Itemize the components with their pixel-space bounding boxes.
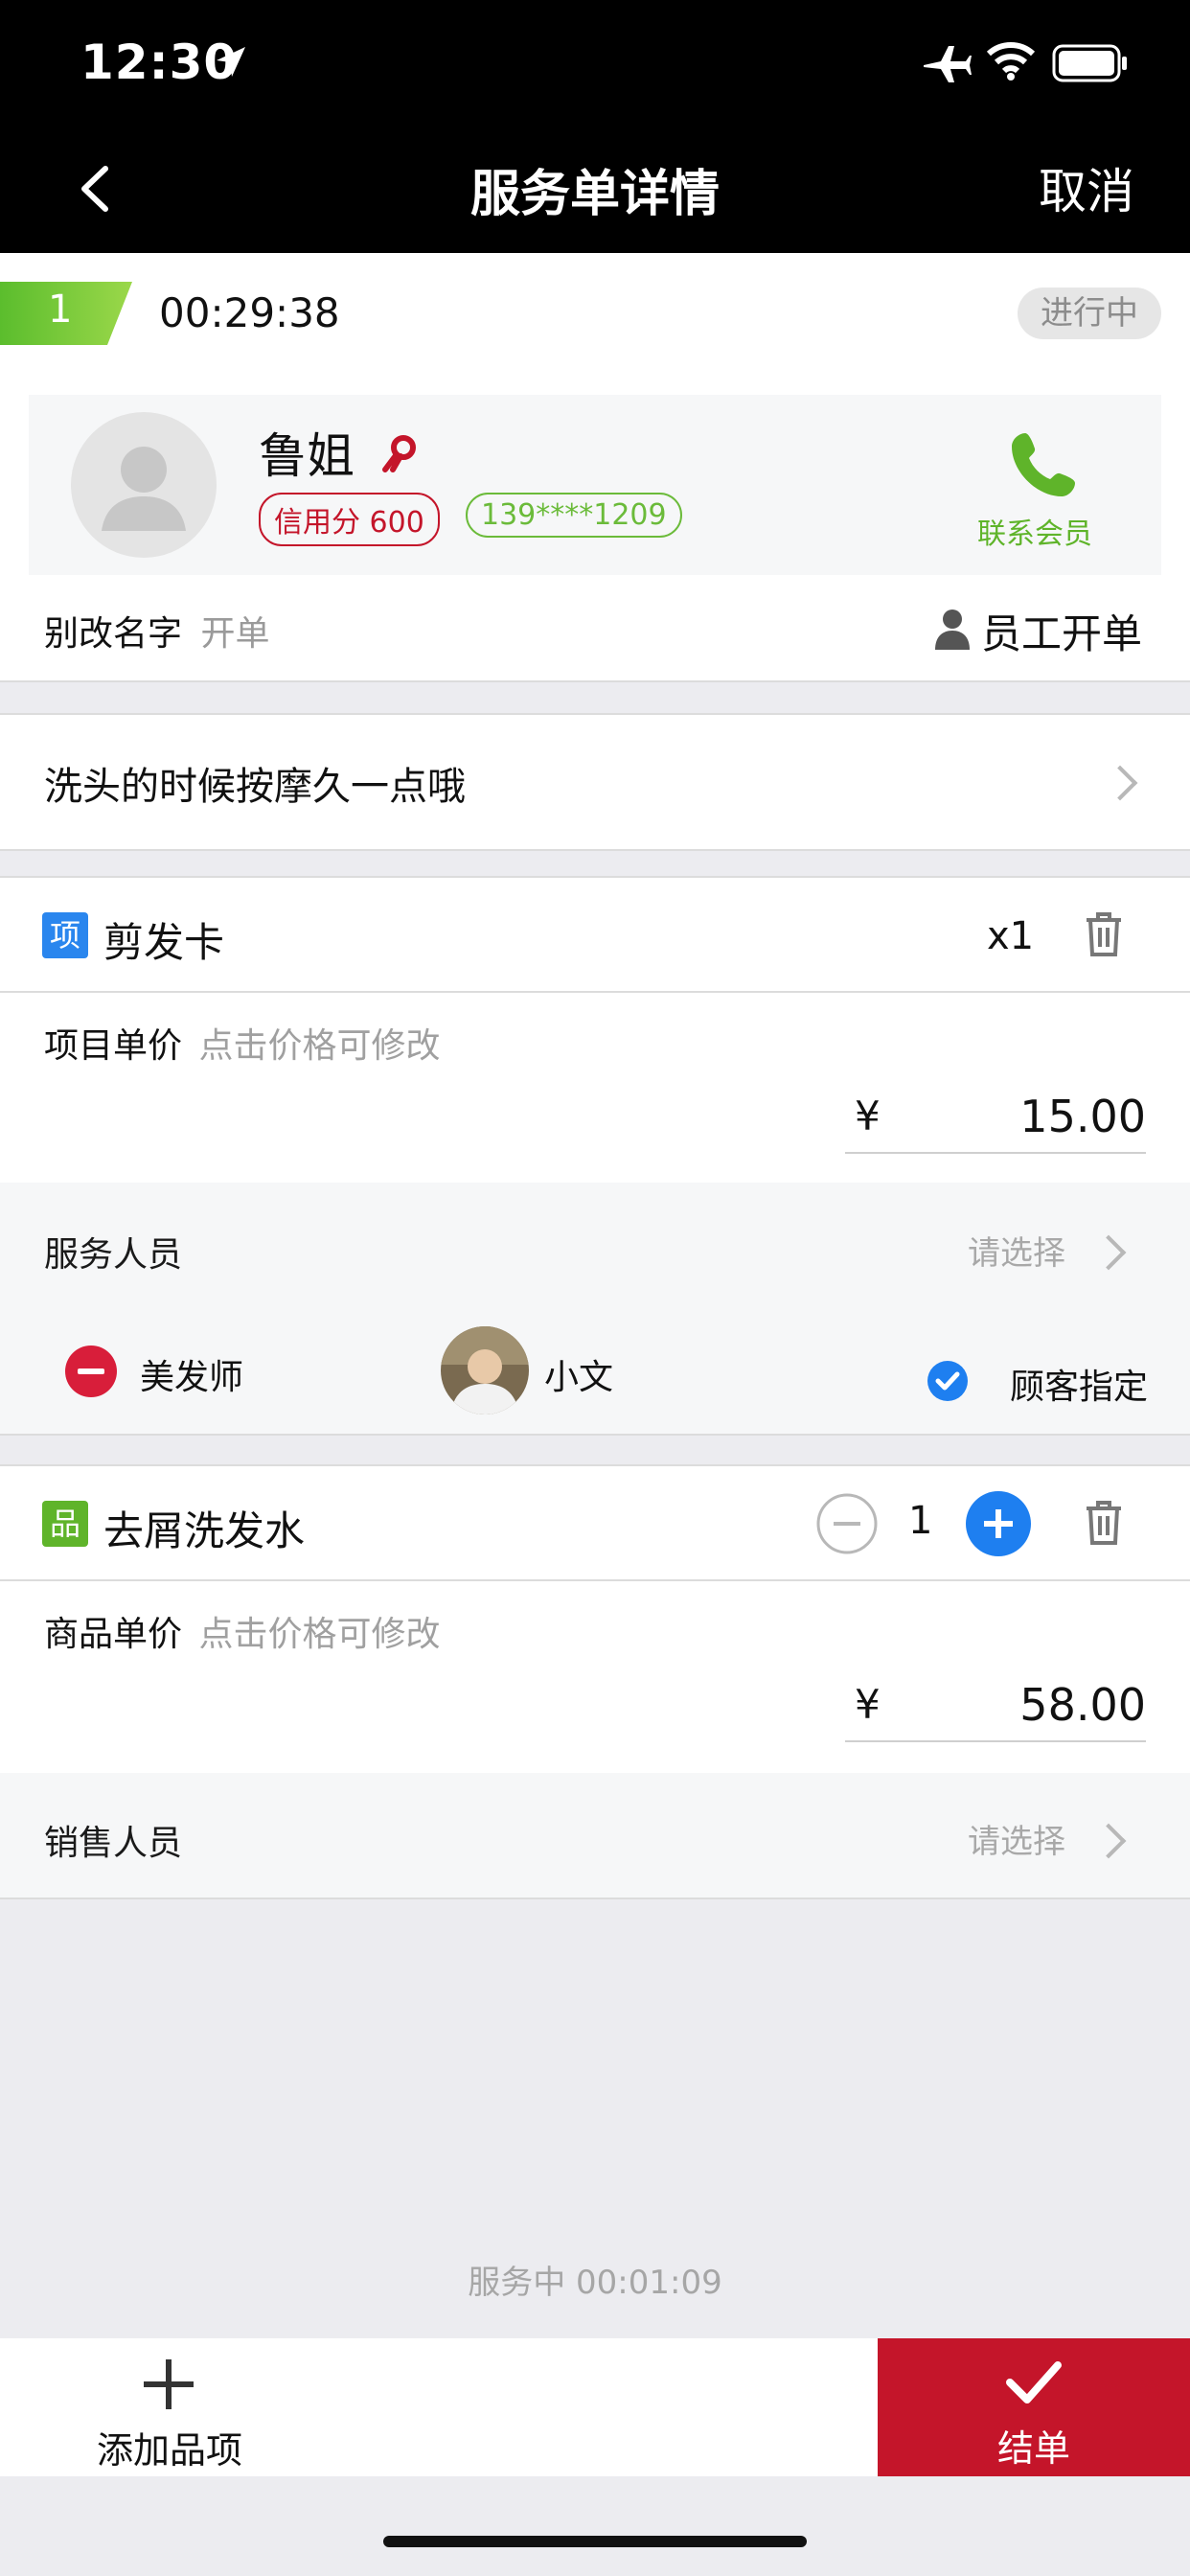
sales-staff-section: 销售人员 请选择 (0, 1773, 1190, 1899)
service-item-icon: 项 (42, 912, 88, 958)
product-price-section: 商品单价 点击价格可修改 ¥ 58.00 (0, 1581, 1190, 1773)
product-item-icon: 品 (42, 1501, 88, 1547)
plus-icon[interactable] (966, 1491, 1031, 1556)
sales-staff-label: 销售人员 (44, 1824, 183, 1863)
remove-staff-icon[interactable] (65, 1346, 117, 1397)
price-hint: 点击价格可修改 (198, 1026, 441, 1066)
wifi-icon (987, 42, 1035, 80)
item-row-product: 品 去屑洗发水 1 (0, 1464, 1190, 1581)
top-bar: 12:30 服务单详情 取消 (0, 0, 1190, 253)
plus-icon (144, 2359, 194, 2409)
airplane-icon (924, 46, 972, 82)
add-item-label: 添加品项 (96, 2429, 242, 2472)
price-value: 15.00 (1019, 1091, 1146, 1142)
select-sales-staff-button[interactable]: 请选择 (968, 1815, 1065, 1862)
add-item-button[interactable]: 添加品项 (0, 2338, 878, 2476)
avatar (71, 412, 217, 558)
opener-name: 别改名字 开单 (44, 606, 269, 656)
order-note: 洗头的时候按摩久一点哦 (44, 765, 466, 809)
select-staff-button[interactable]: 请选择 (968, 1227, 1065, 1274)
item-name: 去屑洗发水 (103, 1507, 306, 1554)
price-hint: 点击价格可修改 (198, 1615, 441, 1654)
service-status-text: 服务中 00:01:09 (468, 2264, 722, 2302)
currency-symbol: ¥ (855, 1681, 881, 1728)
staff-name: 小文 (544, 1358, 614, 1397)
order-header-section: 1 00:29:38 进行中 鲁姐 信用分 600 139****1209 联系… (0, 253, 1190, 682)
staff-label: 服务人员 (44, 1235, 183, 1275)
page-title: 服务单详情 (469, 166, 720, 223)
order-number: 1 (48, 288, 73, 332)
minus-icon[interactable] (816, 1493, 878, 1554)
checkbox-checked-icon[interactable] (927, 1361, 968, 1401)
item-row-service: 项 剪发卡 x1 (0, 876, 1190, 993)
checkmark-icon (1006, 2361, 1062, 2404)
location-arrow-icon (217, 47, 245, 77)
quantity-value: 1 (908, 1499, 933, 1543)
order-note-row[interactable]: 洗头的时候按摩久一点哦 (0, 713, 1190, 851)
status-badge: 进行中 (1018, 288, 1161, 339)
item-price-section: 项目单价 点击价格可修改 ¥ 15.00 (0, 993, 1190, 1183)
member-card: 鲁姐 信用分 600 139****1209 联系会员 (29, 395, 1161, 575)
price-value: 58.00 (1019, 1679, 1146, 1731)
price-label: 项目单价 点击价格可修改 (44, 1018, 440, 1068)
battery-icon (1052, 44, 1127, 82)
checkout-button[interactable]: 结单 (878, 2338, 1190, 2476)
opener-type: 员工开单 (981, 610, 1143, 657)
chevron-right-icon (1090, 1823, 1127, 1859)
chevron-right-icon (1090, 1234, 1127, 1271)
phone-icon[interactable] (1008, 429, 1079, 500)
checkout-label: 结单 (996, 2427, 1070, 2470)
divider (0, 680, 1190, 682)
service-staff-section: 服务人员 请选择 美发师 小文 顾客指定 (0, 1183, 1190, 1436)
member-name: 鲁姐 (259, 428, 355, 484)
trash-icon[interactable] (1083, 1499, 1125, 1547)
price-label-text: 商品单价 (44, 1615, 183, 1654)
person-icon (935, 610, 970, 650)
credit-score-badge: 信用分 600 (259, 493, 440, 546)
home-indicator (383, 2536, 807, 2547)
opener-suffix: 开单 (200, 614, 270, 654)
price-label: 商品单价 点击价格可修改 (44, 1606, 440, 1656)
price-input[interactable]: ¥ 15.00 (845, 1089, 1146, 1154)
trash-icon[interactable] (1083, 910, 1125, 958)
price-label-text: 项目单价 (44, 1026, 183, 1066)
staff-role: 美发师 (140, 1358, 244, 1397)
chevron-right-icon (1102, 765, 1138, 801)
order-timer: 00:29:38 (159, 289, 340, 336)
currency-symbol: ¥ (855, 1092, 881, 1139)
contact-member-button[interactable]: 联系会员 (977, 510, 1092, 552)
item-quantity: x1 (987, 914, 1035, 958)
designated-label: 顾客指定 (1010, 1368, 1149, 1407)
staff-avatar (441, 1326, 529, 1414)
opener-staff-name: 别改名字 (44, 614, 183, 654)
item-name: 剪发卡 (103, 919, 225, 966)
cancel-button[interactable]: 取消 (1039, 153, 1134, 222)
vip-ribbon-icon (382, 435, 416, 472)
price-input[interactable]: ¥ 58.00 (845, 1677, 1146, 1742)
phone-badge: 139****1209 (466, 493, 682, 538)
